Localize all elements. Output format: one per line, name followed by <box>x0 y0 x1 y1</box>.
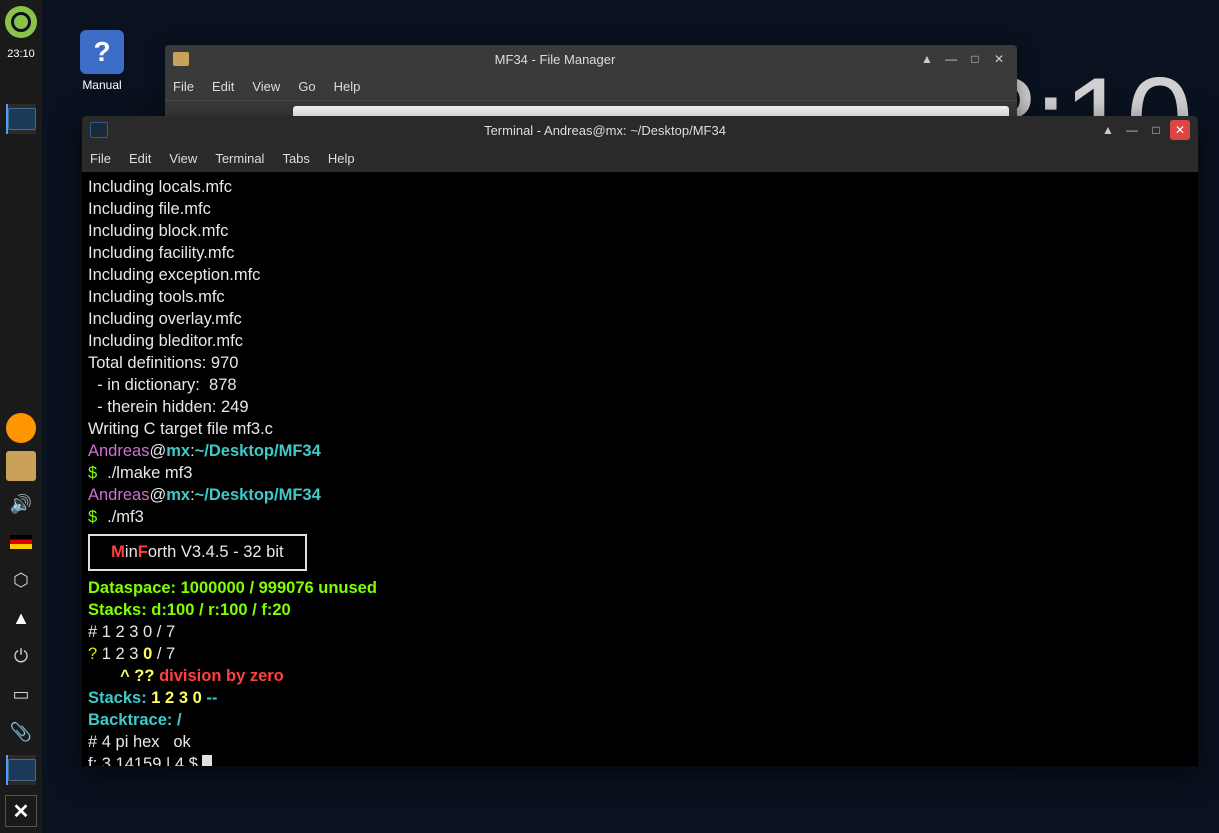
menu-file[interactable]: File <box>173 79 194 94</box>
menu-edit[interactable]: Edit <box>129 151 151 166</box>
menu-file[interactable]: File <box>90 151 111 166</box>
terminal-icon <box>90 122 108 138</box>
terminal-output[interactable]: Including locals.mfc Including file.mfc … <box>82 172 1198 766</box>
term-titlebar[interactable]: Terminal - Andreas@mx: ~/Desktop/MF34 ▲ … <box>82 116 1198 144</box>
file-manager-icon[interactable] <box>6 451 36 481</box>
clipboard-icon[interactable]: ▭ <box>6 679 36 709</box>
terminal-launcher-icon[interactable] <box>6 755 36 785</box>
rollup-button[interactable]: ▲ <box>917 49 937 69</box>
minforth-banner: MinForth V3.4.5 - 32 bit <box>88 534 307 571</box>
panel-clock[interactable]: 23:10 <box>0 48 42 60</box>
menu-help[interactable]: Help <box>334 79 361 94</box>
menu-terminal[interactable]: Terminal <box>215 151 264 166</box>
volume-icon[interactable]: 🔊 <box>6 489 36 519</box>
menu-help[interactable]: Help <box>328 151 355 166</box>
close-button[interactable]: ✕ <box>989 49 1009 69</box>
package-icon[interactable]: ⬡ <box>6 565 36 595</box>
minimize-button[interactable]: — <box>941 49 961 69</box>
firefox-icon[interactable] <box>6 413 36 443</box>
menu-view[interactable]: View <box>169 151 197 166</box>
menu-edit[interactable]: Edit <box>212 79 234 94</box>
keyboard-layout-icon[interactable] <box>6 527 36 557</box>
power-icon[interactable]: ⏻ <box>6 641 36 671</box>
cursor <box>202 755 212 766</box>
term-title: Terminal - Andreas@mx: ~/Desktop/MF34 <box>116 123 1094 138</box>
rollup-button[interactable]: ▲ <box>1098 120 1118 140</box>
fm-title: MF34 - File Manager <box>197 52 913 67</box>
taskbar-terminal[interactable] <box>6 104 36 134</box>
fm-menubar: File Edit View Go Help <box>165 73 1017 101</box>
help-icon: ? <box>80 30 124 74</box>
desktop-icon-manual[interactable]: ? Manual <box>72 30 132 92</box>
mx-start-icon[interactable]: ✕ <box>5 795 37 827</box>
fm-titlebar[interactable]: MF34 - File Manager ▲ — □ ✕ <box>165 45 1017 73</box>
term-menubar: File Edit View Terminal Tabs Help <box>82 144 1198 172</box>
app-menu-icon[interactable] <box>5 6 37 38</box>
close-button[interactable]: ✕ <box>1170 120 1190 140</box>
maximize-button[interactable]: □ <box>1146 120 1166 140</box>
terminal-window[interactable]: Terminal - Andreas@mx: ~/Desktop/MF34 ▲ … <box>82 116 1198 766</box>
maximize-button[interactable]: □ <box>965 49 985 69</box>
eject-icon[interactable]: ▲ <box>6 603 36 633</box>
desktop-icon-label: Manual <box>72 78 132 92</box>
attachment-icon[interactable]: 📎 <box>6 717 36 747</box>
menu-go[interactable]: Go <box>298 79 315 94</box>
menu-view[interactable]: View <box>252 79 280 94</box>
folder-icon <box>173 52 189 66</box>
menu-tabs[interactable]: Tabs <box>282 151 309 166</box>
panel-dock: 23:10 🔊 ⬡ ▲ ⏻ ▭ 📎 ✕ <box>0 0 42 833</box>
minimize-button[interactable]: — <box>1122 120 1142 140</box>
